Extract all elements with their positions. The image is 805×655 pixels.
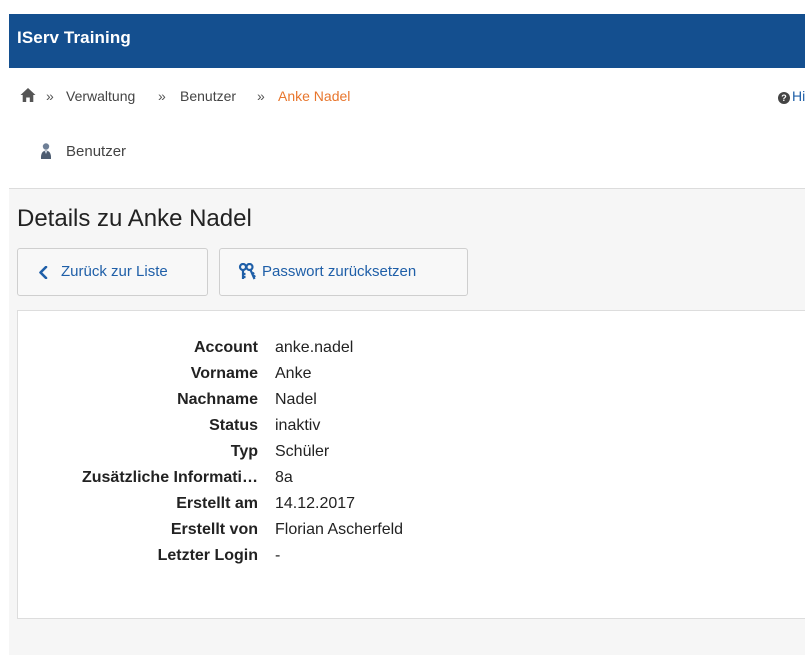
details-panel: Account anke.nadel Vorname Anke Nachname… (17, 310, 805, 619)
help-label: Hilfe (792, 88, 805, 104)
detail-row: Typ Schüler (18, 443, 805, 465)
help-link[interactable]: ?Hilfe (778, 88, 805, 104)
detail-value: Florian Ascherfeld (275, 521, 404, 538)
detail-row: Letzter Login - (18, 547, 805, 569)
detail-value: 14.12.2017 (275, 495, 356, 512)
breadcrumb-current: Anke Nadel (278, 88, 351, 104)
detail-row: Erstellt von Florian Ascherfeld (18, 521, 805, 543)
help-icon: ? (778, 92, 790, 104)
detail-row: Account anke.nadel (18, 339, 805, 361)
detail-value: Schüler (275, 443, 330, 460)
home-icon[interactable] (20, 87, 36, 103)
chevron-left-icon (39, 266, 48, 279)
detail-key: Vorname (190, 365, 258, 382)
detail-row: Erstellt am 14.12.2017 (18, 495, 805, 517)
breadcrumb-separator: » (46, 88, 54, 104)
brand-bar: IServ Training (9, 14, 805, 68)
header: IServ Training (0, 0, 805, 68)
detail-row: Status inaktiv (18, 417, 805, 439)
reset-button-label: Passwort zurücksetzen (262, 263, 417, 280)
detail-key: Zusätzliche Informati… (81, 469, 258, 486)
page-title: Details zu Anke Nadel (17, 205, 252, 232)
detail-row: Zusätzliche Informati… 8a (18, 469, 805, 491)
detail-key: Erstellt von (170, 521, 258, 538)
detail-value: 8a (275, 469, 293, 486)
breadcrumb-benutzer[interactable]: Benutzer (180, 88, 236, 104)
reset-password-button[interactable]: Passwort zurücksetzen (219, 248, 468, 296)
breadcrumb: » Verwaltung » Benutzer » Anke Nadel ? Hi… (20, 86, 805, 108)
breadcrumb-separator: » (257, 88, 265, 104)
detail-value: Anke (275, 365, 312, 382)
detail-value: Nadel (275, 391, 317, 408)
detail-value: - (275, 547, 281, 564)
app-title[interactable]: IServ Training (17, 28, 131, 48)
detail-row: Vorname Anke (18, 365, 805, 387)
detail-key: Account (194, 339, 258, 356)
detail-key: Letzter Login (157, 547, 258, 564)
module-users-link[interactable]: Benutzer (66, 143, 126, 160)
detail-row: Nachname Nadel (18, 391, 805, 413)
detail-key: Status (209, 417, 258, 434)
breadcrumb-verwaltung[interactable]: Verwaltung (66, 88, 135, 104)
breadcrumb-separator: » (158, 88, 166, 104)
keys-icon (238, 263, 256, 280)
detail-value: inaktiv (275, 417, 321, 434)
back-to-list-button[interactable]: Zurück zur Liste (17, 248, 208, 296)
back-button-label: Zurück zur Liste (61, 263, 168, 280)
detail-key: Erstellt am (176, 495, 258, 512)
detail-key: Nachname (177, 391, 258, 408)
user-icon (40, 143, 52, 159)
detail-key: Typ (230, 443, 258, 460)
detail-value: anke.nadel (275, 339, 354, 356)
main-content: Details zu Anke Nadel Zurück zur Liste P… (9, 188, 805, 655)
